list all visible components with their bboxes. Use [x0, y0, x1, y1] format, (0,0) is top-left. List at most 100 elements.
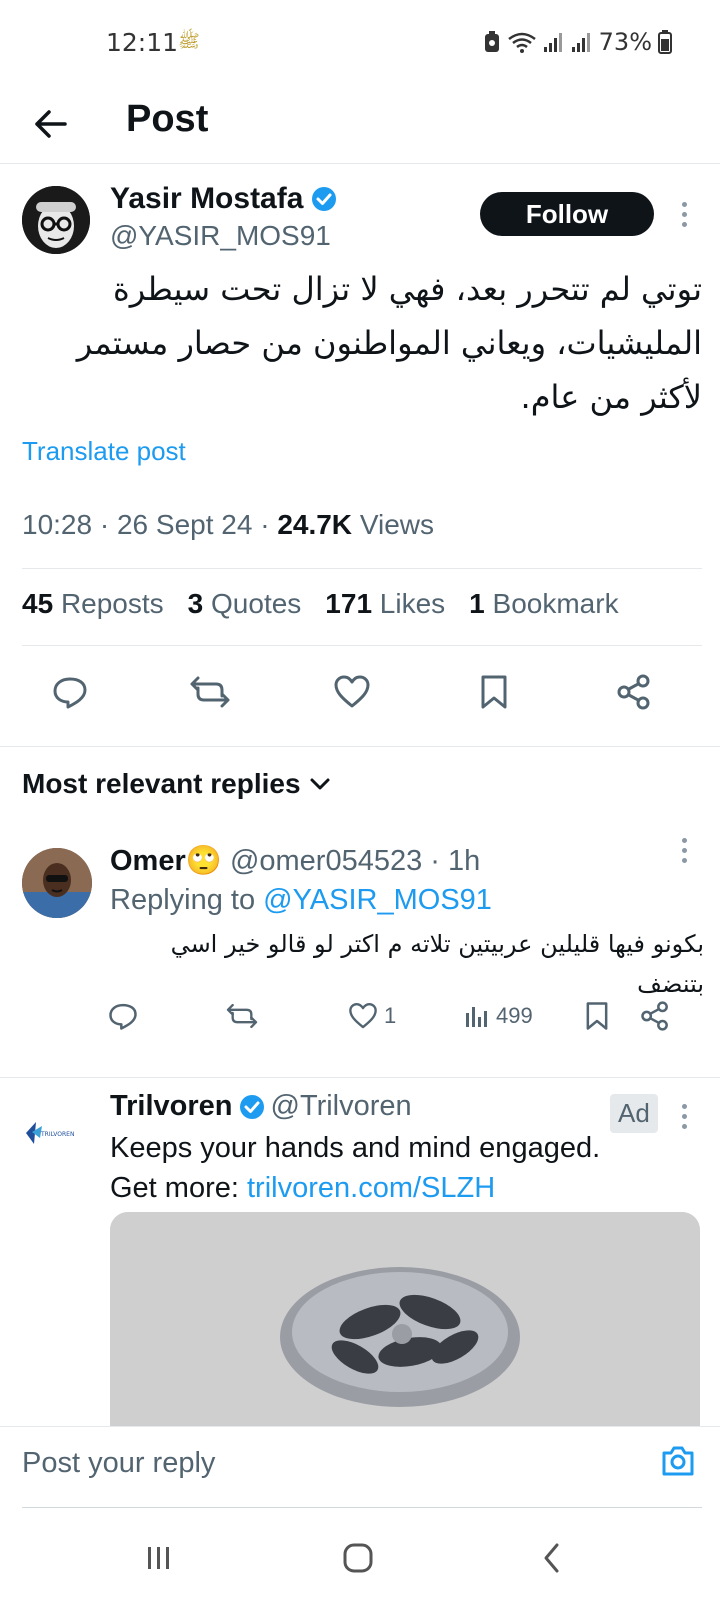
advertiser-handle[interactable]: @Trilvoren — [271, 1090, 412, 1123]
camera-icon — [662, 1446, 694, 1476]
translate-post-link[interactable]: Translate post — [22, 436, 186, 467]
ad-header: Trilvoren @Trilvoren — [110, 1090, 412, 1123]
reply-views-button[interactable]: 499 — [464, 994, 533, 1038]
likes-stat[interactable]: 171 Likes — [325, 588, 445, 620]
ad-badge: Ad — [610, 1094, 658, 1133]
views-label: Views — [359, 509, 434, 540]
post-text: توتي لم تتحرر بعد، فهي لا تزال تحت سيطرة… — [76, 270, 702, 416]
repost-button[interactable] — [188, 670, 232, 714]
page-title: Post — [126, 98, 209, 140]
bookmark-icon — [481, 675, 507, 709]
status-time: 12:11 — [106, 28, 179, 57]
reply-view-count: 499 — [496, 1003, 533, 1028]
divider — [22, 645, 702, 646]
author-avatar-image — [22, 186, 90, 254]
verified-badge-icon — [239, 1094, 264, 1119]
reply-author-name[interactable]: Omer🙄 — [110, 845, 222, 877]
author-name-row[interactable]: Yasir Mostafa — [110, 182, 337, 216]
status-icons: 73% — [483, 28, 672, 56]
ad-link[interactable]: trilvoren.com/SLZH — [247, 1172, 495, 1204]
bookmark-button[interactable] — [472, 670, 516, 714]
chevron-left-icon — [544, 1543, 559, 1573]
repost-icon — [226, 1003, 258, 1029]
replying-to-handle-link[interactable]: @YASIR_MOS91 — [263, 884, 492, 916]
wifi-icon — [507, 32, 536, 53]
reply-actions: 1 499 — [0, 994, 720, 1038]
reply-avatar[interactable] — [22, 848, 92, 918]
analytics-icon — [466, 1007, 487, 1027]
promoted-post[interactable]: TRILVOREN Trilvoren @Trilvoren Ad Keeps … — [0, 1078, 720, 1432]
reply-author-handle[interactable]: @omer054523 — [230, 845, 422, 877]
reply-input[interactable] — [22, 1441, 622, 1485]
reply-more-options-button[interactable] — [672, 830, 696, 870]
ad-text: Keeps your hands and mind engaged. — [110, 1132, 601, 1164]
advertiser-name[interactable]: Trilvoren — [110, 1090, 233, 1123]
camera-button[interactable] — [660, 1443, 700, 1483]
replies-sort-dropdown[interactable]: Most relevant replies — [22, 768, 331, 800]
notification-glyph-icon: ﷺ — [178, 31, 200, 51]
arrow-left-icon — [35, 110, 67, 138]
divider — [0, 746, 720, 747]
quotes-stat[interactable]: 3 Quotes — [188, 588, 302, 620]
like-button[interactable] — [330, 670, 374, 714]
follow-button[interactable]: Follow — [480, 192, 654, 236]
author-avatar[interactable] — [22, 186, 90, 254]
share-icon — [617, 674, 650, 710]
repost-icon — [190, 676, 230, 708]
share-button[interactable] — [612, 670, 656, 714]
recent-apps-icon — [148, 1547, 169, 1569]
verified-badge-icon — [312, 187, 337, 211]
reply-bookmark-button[interactable] — [584, 994, 610, 1038]
post-date: 26 Sept 24 — [116, 509, 253, 540]
reply-age: 1h — [448, 845, 481, 877]
bookmark-icon — [586, 1002, 608, 1030]
divider — [22, 1507, 702, 1508]
reply-item[interactable]: Omer🙄 @omer054523 · 1h Replying to @YASI… — [0, 826, 720, 1078]
advertiser-logo[interactable]: TRILVOREN — [22, 1116, 86, 1150]
bookmarks-stat[interactable]: 1 Bookmark — [469, 588, 618, 620]
chevron-down-icon — [310, 778, 330, 790]
divider — [22, 568, 702, 569]
heart-icon — [334, 675, 370, 708]
svg-text:TRILVOREN: TRILVOREN — [40, 1131, 74, 1138]
reply-like-button[interactable]: 1 — [348, 994, 396, 1038]
reply-icon — [109, 1003, 137, 1030]
reply-avatar-image — [22, 848, 92, 918]
reply-button[interactable] — [48, 670, 92, 714]
back-button[interactable] — [28, 102, 72, 146]
signal-icon-1 — [543, 33, 562, 52]
battery-saver-icon — [484, 31, 499, 52]
battery-icon — [658, 30, 672, 54]
home-icon — [343, 1543, 373, 1573]
post-stats: 45 Reposts 3 Quotes 171 Likes 1 Bookmark — [22, 588, 619, 620]
reply-share-button[interactable] — [640, 994, 670, 1038]
reply-header: Omer🙄 @omer054523 · 1h — [110, 845, 481, 877]
home-button[interactable] — [334, 1538, 382, 1578]
ad-more-options-button[interactable] — [672, 1096, 696, 1136]
signal-icon-2 — [571, 33, 590, 52]
author-handle[interactable]: @YASIR_MOS91 — [110, 220, 331, 252]
reposts-stat[interactable]: 45 Reposts — [22, 588, 164, 620]
ad-media-image — [110, 1212, 700, 1432]
ad-cta-line: Get more: trilvoren.com/SLZH — [110, 1172, 496, 1204]
status-bar: 12:11 ﷺ 73% — [0, 0, 720, 88]
post-meta: 10:28 · 26 Sept 24 · 24.7K Views — [22, 509, 434, 540]
more-options-button[interactable] — [672, 194, 696, 234]
views-count: 24.7K — [277, 509, 353, 540]
heart-icon — [349, 1002, 377, 1029]
reply-like-count: 1 — [384, 1003, 397, 1028]
reply-reply-button[interactable] — [108, 994, 138, 1038]
reply-composer — [0, 1426, 720, 1508]
battery-percent: 73% — [598, 28, 652, 56]
recent-apps-button[interactable] — [134, 1538, 182, 1578]
reply-icon — [53, 677, 87, 709]
reply-text: بكونو فيها قليلين عربيتين تلاته م اكتر ل… — [170, 930, 704, 998]
post-time: 10:28 — [22, 509, 93, 540]
reply-repost-button[interactable] — [226, 994, 258, 1038]
system-back-button[interactable] — [528, 1538, 576, 1578]
ad-media[interactable] — [110, 1212, 700, 1432]
share-icon — [641, 1001, 668, 1031]
replying-to: Replying to @YASIR_MOS91 — [110, 884, 492, 916]
top-app-bar: Post — [0, 88, 720, 164]
author-name: Yasir Mostafa — [110, 182, 304, 215]
